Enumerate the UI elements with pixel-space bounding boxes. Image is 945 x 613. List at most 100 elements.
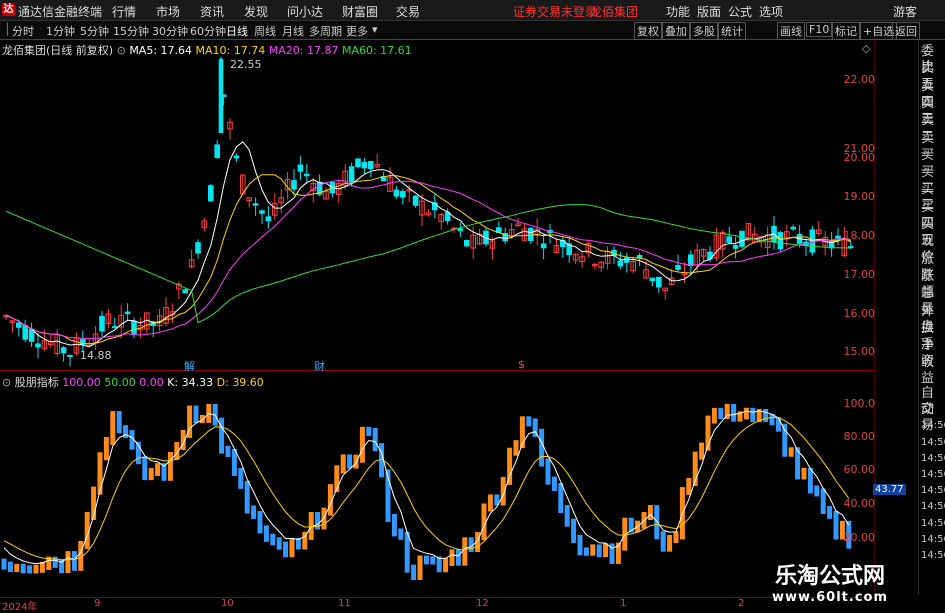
menu-item-wealth[interactable]: 财富圈 — [342, 3, 378, 20]
indicator-bar — [462, 537, 468, 566]
indicator-bar — [411, 564, 417, 580]
candle-body — [649, 277, 656, 282]
candle-body — [297, 164, 304, 172]
statistics-button[interactable]: 统计 — [718, 22, 746, 40]
candle-body — [688, 254, 694, 267]
menu-item-ask[interactable]: 问小达 — [287, 3, 323, 20]
period-30min[interactable]: 30分钟 — [152, 23, 188, 39]
menu-item-layout[interactable]: 版面 — [697, 3, 721, 20]
kline-chart[interactable]: 龙佰集团(日线 前复权) ⊙ MA5: 17.64 MA10: 17.74 MA… — [0, 40, 876, 373]
restore-right-button[interactable]: 复权 — [634, 22, 662, 40]
period-weekly[interactable]: 周线 — [254, 23, 276, 39]
overlay-button[interactable]: 叠加 — [662, 22, 690, 40]
indicator-bar — [263, 525, 269, 542]
ma5-line — [5, 141, 852, 348]
candle-body — [739, 230, 745, 247]
indicator-tick: 100.0 — [843, 397, 876, 410]
candle-body — [67, 354, 73, 357]
period-1min[interactable]: 1分钟 — [46, 23, 75, 39]
candle-body — [393, 189, 400, 197]
indicator-bar — [251, 505, 257, 519]
stock-title: 龙佰集团(日线 前复权) — [2, 44, 114, 57]
price-tick: 22.00 — [843, 73, 876, 86]
ma60-value: MA60: 17.61 — [341, 44, 412, 57]
side-panel-label: 收益 — [921, 355, 935, 387]
menu-item-discover[interactable]: 发现 — [244, 3, 268, 20]
menu-item-news[interactable]: 资讯 — [200, 3, 224, 20]
draw-line-button[interactable]: 画线 — [777, 22, 805, 40]
back-button[interactable]: 返回 — [892, 22, 920, 40]
indicator-bar — [155, 463, 161, 477]
side-panel-label: 14:56 — [921, 517, 945, 529]
f10-button[interactable]: F10 — [806, 22, 833, 37]
candle-body — [348, 166, 355, 183]
indicator-tick: 20.00 — [843, 531, 876, 544]
indicator-bar — [513, 440, 519, 456]
candle-body — [259, 210, 265, 214]
trade-login-warning[interactable]: 证券交易未登录 — [513, 3, 597, 20]
mark-button[interactable]: 标记 — [832, 22, 860, 40]
period-multi[interactable]: 多周期 — [309, 23, 342, 39]
candle-body — [361, 161, 368, 169]
indicator-bar — [686, 477, 692, 496]
candle-body — [208, 185, 214, 202]
period-5min[interactable]: 5分钟 — [80, 23, 109, 39]
period-toolbar: │ 分时 1分钟 5分钟 15分钟 30分钟 60分钟 日线 周线 月线 多周期… — [0, 21, 945, 40]
candle-body — [636, 254, 643, 259]
period-monthly[interactable]: 月线 — [282, 23, 304, 39]
candle-body — [131, 320, 137, 335]
period-intraday[interactable]: 分时 — [12, 23, 34, 39]
date-label: 2 — [738, 598, 745, 609]
menu-item-market[interactable]: 市场 — [156, 3, 180, 20]
indicator-bar — [353, 454, 359, 469]
multi-stock-button[interactable]: 多股 — [690, 22, 718, 40]
period-daily[interactable]: 日线 — [226, 23, 248, 39]
price-tick: 18.00 — [843, 229, 876, 242]
period-15min[interactable]: 15分钟 — [113, 23, 149, 39]
menu-item-trade[interactable]: 交易 — [396, 3, 420, 20]
menu-item-formula[interactable]: 公式 — [728, 3, 752, 20]
kline-chart-canvas[interactable] — [0, 40, 875, 370]
chevron-down-icon[interactable]: ▾ — [372, 23, 378, 36]
indicator-bar — [545, 458, 551, 485]
indicator-bar — [20, 563, 26, 574]
indicator-bar — [97, 452, 103, 495]
menu-item-options[interactable]: 选项 — [759, 3, 783, 20]
event-dividend-icon[interactable]: $ — [518, 358, 525, 371]
guest-label[interactable]: 游客 — [893, 3, 917, 20]
indicator-bar — [571, 518, 577, 543]
candle-body — [777, 232, 784, 250]
indicator-bar — [782, 423, 788, 457]
indicator-bar — [225, 445, 231, 457]
indicator-bar — [123, 425, 129, 439]
indicator-bar — [763, 409, 769, 422]
candle-body — [60, 347, 67, 354]
indicator-bar — [340, 454, 346, 474]
candle-body — [99, 315, 105, 332]
settings-icon[interactable]: ⊙ — [117, 44, 126, 57]
indicator-bar — [820, 488, 826, 515]
indicator-bar — [590, 544, 596, 556]
indicator-k-value: K: 34.33 — [167, 376, 214, 389]
indicator-bar — [788, 447, 794, 457]
period-more[interactable]: 更多 — [346, 23, 368, 39]
indicator-bar — [583, 547, 589, 556]
indicator-bar — [564, 505, 570, 527]
candle-body — [304, 173, 310, 177]
price-tick: 15.00 — [843, 345, 876, 358]
quote-side-panel: 委比 卖五 卖四 卖三 卖二 卖一 买一 买二 买三 买四 买五 现价 涨跌 涨幅 总量 外盘 换手 净资 收益 自动… — [918, 40, 945, 595]
period-60min[interactable]: 60分钟 — [190, 23, 226, 39]
collapse-icon[interactable]: ◇ — [862, 42, 870, 55]
settings-icon[interactable]: ⊙ — [2, 376, 11, 389]
toolbar-handle-icon[interactable]: │ — [4, 23, 11, 36]
ma10-line — [5, 174, 851, 345]
menu-item-function[interactable]: 功能 — [666, 3, 690, 20]
candle-body — [400, 191, 406, 198]
ma5-value: MA5: 17.64 — [129, 44, 193, 57]
indicator-chart[interactable]: ⊙ 股朋指标 100.00 50.00 0.00 K: 34.33 D: 39.… — [0, 372, 906, 597]
indicator-chart-canvas[interactable] — [0, 372, 875, 597]
menu-item-quotes[interactable]: 行情 — [112, 3, 136, 20]
app-logo-icon: 达 — [2, 3, 15, 16]
indicator-bar — [116, 411, 122, 434]
stock-name-link[interactable]: 龙佰集团 — [590, 3, 638, 20]
